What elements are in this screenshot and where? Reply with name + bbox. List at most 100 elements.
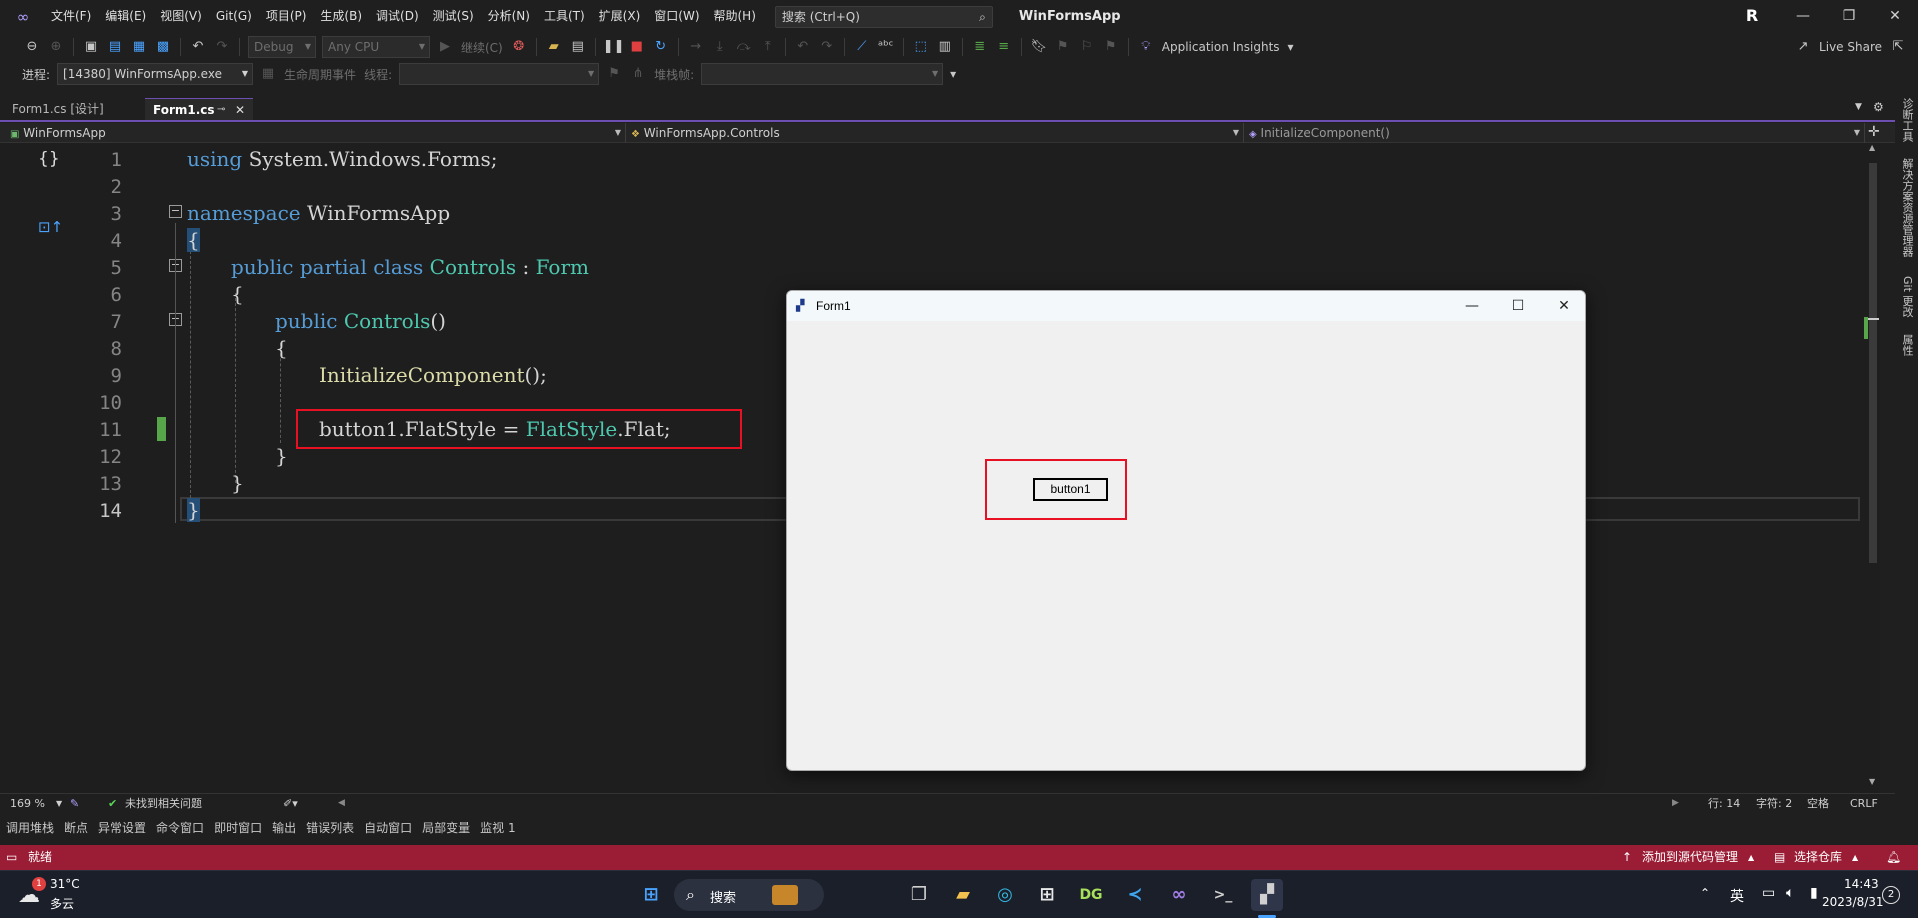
undo-icon[interactable]: ↶ (188, 37, 208, 57)
scroll-left-icon[interactable]: ◀ (338, 794, 345, 813)
clock-time[interactable]: 14:43 (1844, 877, 1879, 891)
tab-form1-cs[interactable]: Form1.cs ⊸ ✕ (145, 98, 253, 120)
battery-icon[interactable]: ▮ (1810, 885, 1818, 901)
hot-reload-redo-icon[interactable]: ↷ (817, 37, 837, 57)
class-dropdown[interactable]: ❖ WinFormsApp.Controls ▼ (627, 123, 1244, 143)
menu-extensions[interactable]: 扩展(X) (592, 0, 648, 33)
whitespace-indicator[interactable]: 空格 (1807, 794, 1829, 813)
spell-check-icon[interactable]: ᵃᵇᶜ (876, 37, 896, 57)
scroll-up-icon[interactable]: ▲ (1869, 143, 1875, 152)
pin-icon[interactable]: ⊸ (217, 99, 225, 121)
notifications-icon[interactable]: 🔔︎ (1886, 845, 1901, 870)
line-ending-indicator[interactable]: CRLF (1850, 794, 1878, 813)
clear-bookmarks-icon[interactable]: ⚑ (1101, 37, 1121, 57)
tab-immediate-window[interactable]: 即时窗口 (209, 819, 267, 836)
terminal-icon[interactable]: >_ (1207, 879, 1239, 911)
live-share-button[interactable]: Live Share (1819, 40, 1882, 54)
close-icon[interactable]: ✕ (1872, 0, 1918, 33)
column-indicator[interactable]: 字符: 2 (1756, 794, 1792, 813)
close-tab-icon[interactable]: ✕ (235, 99, 245, 121)
select-repository-button[interactable]: 选择仓库 (1794, 845, 1842, 870)
menu-git[interactable]: Git(G) (209, 0, 259, 33)
menu-analyze[interactable]: 分析(N) (481, 0, 537, 33)
application-insights-button[interactable]: Application Insights (1162, 40, 1280, 54)
issues-status[interactable]: 未找到相关问题 (125, 794, 202, 813)
scroll-down-icon[interactable]: ▼ (1869, 777, 1875, 786)
menu-help[interactable]: 帮助(H) (707, 0, 763, 33)
class-references-icon[interactable]: ⊡↑ (38, 218, 63, 236)
step-into-icon[interactable]: ⤓ (710, 37, 730, 57)
menu-tools[interactable]: 工具(T) (537, 0, 592, 33)
prev-bookmark-icon[interactable]: ⚑ (1053, 37, 1073, 57)
redo-icon[interactable]: ↷ (212, 37, 232, 57)
hot-reload-icon[interactable]: ↶ (793, 37, 813, 57)
tray-overflow-icon[interactable]: ⌃ (1700, 886, 1710, 900)
layout-icon[interactable]: ▤ (568, 37, 588, 57)
project-dropdown[interactable]: ▣ WinFormsApp ▼ (6, 123, 626, 143)
editor-scrollbar[interactable]: ▲ ▼ (1864, 143, 1880, 793)
menu-build[interactable]: 生成(B) (313, 0, 369, 33)
solution-explorer-tab[interactable]: 解决方案资源管理器 (1899, 158, 1915, 257)
visual-studio-icon[interactable]: ∞ (1163, 879, 1195, 911)
dataspell-icon[interactable]: DG (1075, 879, 1107, 911)
show-next-statement-icon[interactable]: → (686, 37, 706, 57)
menu-view[interactable]: 视图(V) (153, 0, 209, 33)
debug-target-icon[interactable]: ❂ (509, 37, 529, 57)
output-icon[interactable]: ▭ (6, 845, 17, 870)
feedback-icon[interactable]: ⇱ (1888, 37, 1908, 57)
intellicode-icon[interactable]: ✎ (70, 794, 79, 813)
step-out-icon[interactable]: ⤒ (758, 37, 778, 57)
comment-icon[interactable]: ≣ (970, 37, 990, 57)
form1-window[interactable]: ▞ Form1 — ☐ ✕ button1 (786, 290, 1586, 771)
continue-button[interactable]: 继续(C) (461, 39, 503, 56)
pause-icon[interactable]: ❚❚ (603, 37, 625, 57)
diagnostic-tools-tab[interactable]: 诊断工具 (1899, 98, 1915, 142)
tab-list-icon[interactable]: ▼ (1855, 102, 1862, 112)
visual-studio-logo-icon[interactable]: ∞ (12, 8, 34, 26)
code-cleanup-icon[interactable]: ✐▾ (283, 794, 298, 813)
tab-call-stack[interactable]: 调用堆栈 (0, 819, 59, 836)
thread-select[interactable]: ▼ (399, 63, 600, 85)
lifecycle-events-button[interactable]: 生命周期事件 (284, 66, 356, 83)
tab-exception-settings[interactable]: 异常设置 (93, 819, 151, 836)
tab-error-list[interactable]: 错误列表 (301, 819, 359, 836)
process-select[interactable]: [14380] WinFormsApp.exe ▼ (57, 63, 254, 85)
thread-filter-icon[interactable]: ⋔ (628, 64, 648, 84)
network-icon[interactable]: ▭ (1762, 885, 1775, 901)
search-input[interactable]: 搜索 (Ctrl+Q) ⌕ (774, 5, 993, 28)
split-editor-icon[interactable]: ✛ (1868, 124, 1880, 140)
tab-output[interactable]: 输出 (267, 819, 301, 836)
bookmark-icon[interactable]: 🔖︎ (1029, 37, 1049, 57)
git-changes-tab[interactable]: Git 更改 (1899, 276, 1915, 317)
ime-indicator[interactable]: 英 (1730, 886, 1744, 906)
uncomment-icon[interactable]: ≡ (994, 37, 1014, 57)
tab-watch-1[interactable]: 监视 1 (475, 819, 520, 836)
chevron-up-icon[interactable]: ▲ (1748, 845, 1754, 870)
tab-autos[interactable]: 自动窗口 (359, 819, 417, 836)
save-icon[interactable]: ▦ (129, 37, 149, 57)
new-item-icon[interactable]: ▣ (81, 37, 101, 57)
xaml-icon[interactable]: ▥ (935, 37, 955, 57)
flag-icon[interactable]: ⚑ (604, 64, 624, 84)
zoom-level[interactable]: 169 % (10, 794, 45, 813)
close-icon[interactable]: ✕ (1541, 291, 1585, 321)
minimize-icon[interactable]: — (1780, 0, 1826, 33)
tab-breakpoints[interactable]: 断点 (59, 819, 93, 836)
menu-file[interactable]: 文件(F) (44, 0, 98, 33)
task-view-icon[interactable]: ❐ (903, 879, 935, 911)
platform-select[interactable]: Any CPU ▼ (322, 36, 430, 58)
restart-icon[interactable]: ↻ (651, 37, 671, 57)
back-icon[interactable]: ⊖ (22, 37, 42, 57)
chevron-down-icon[interactable]: ▼ (56, 794, 62, 813)
toolbar-overflow-icon[interactable]: ▾ (950, 67, 956, 81)
save-all-icon[interactable]: ▩ (153, 37, 173, 57)
scroll-right-icon[interactable]: ▶ (1672, 794, 1679, 813)
vscode-icon[interactable]: ≺ (1119, 879, 1151, 911)
line-indicator[interactable]: 行: 14 (1708, 794, 1740, 813)
diagnostics-icon[interactable]: ⟋ (852, 37, 872, 57)
continue-icon[interactable]: ▶ (435, 37, 455, 57)
taskbar-search[interactable]: ⌕ 搜索 (674, 879, 824, 911)
maximize-icon[interactable]: ☐ (1495, 291, 1541, 321)
notification-count[interactable]: 2 (1882, 886, 1900, 904)
menu-test[interactable]: 测试(S) (426, 0, 481, 33)
